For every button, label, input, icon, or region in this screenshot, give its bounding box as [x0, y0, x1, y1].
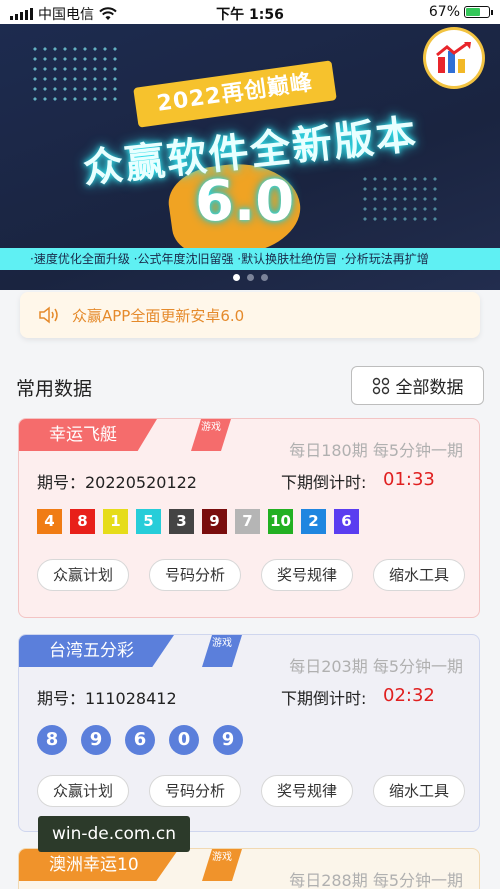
result-number: 9 [81, 725, 111, 755]
result-number: 7 [235, 509, 260, 534]
status-bar: 中国电信 下午 1:56 67% [0, 0, 500, 24]
lottery-card[interactable]: 台湾五分彩 游戏 每日203期 每5分钟一期 期号：111028412 下期倒计… [18, 634, 480, 832]
number-analysis-button[interactable]: 号码分析 [149, 559, 241, 591]
notice-bar[interactable]: 众赢APP全面更新安卓6.0 [20, 292, 480, 338]
banner-version: 6.0 [195, 169, 295, 234]
result-number: 8 [37, 725, 67, 755]
result-number: 9 [213, 725, 243, 755]
banner-tagline: ·速度优化全面升级 ·公式年度沈旧留强 ·默认换肤杜绝仿冒 ·分析玩法再扩增 [0, 248, 500, 270]
card-title-tag: 幸运飞艇 [19, 419, 157, 451]
result-number: 4 [37, 509, 62, 534]
status-time: 下午 1:56 [216, 7, 284, 23]
result-numbers: 89609 [37, 725, 249, 755]
grid-icon [372, 377, 389, 394]
game-tag: 游戏 [191, 419, 231, 451]
game-tag: 游戏 [202, 849, 242, 881]
countdown-label: 下期倒计时: [281, 689, 367, 708]
card-actions: 众赢计划 号码分析 奖号规律 缩水工具 [37, 775, 465, 807]
section-title: 常用数据 [16, 378, 93, 400]
lottery-card[interactable]: 澳洲幸运10 游戏 每日288期 每5分钟一期 [18, 848, 480, 889]
lottery-card[interactable]: 幸运飞艇 游戏 每日180期 每5分钟一期 期号：20220520122 下期倒… [18, 418, 480, 618]
countdown-value: 02:32 [383, 685, 435, 706]
result-number: 0 [169, 725, 199, 755]
site-watermark: win-de.com.cn [38, 816, 190, 852]
reduce-tool-button[interactable]: 缩水工具 [373, 559, 465, 591]
prize-pattern-button[interactable]: 奖号规律 [261, 559, 353, 591]
card-actions: 众赢计划 号码分析 奖号规律 缩水工具 [37, 559, 465, 591]
result-number: 2 [301, 509, 326, 534]
result-number: 9 [202, 509, 227, 534]
countdown-label: 下期倒计时: [281, 473, 367, 492]
all-data-label: 全部数据 [395, 378, 464, 398]
battery-fill [466, 8, 481, 16]
card-title-tag: 台湾五分彩 [19, 635, 174, 667]
plan-button[interactable]: 众赢计划 [37, 559, 129, 591]
pager-dot[interactable] [232, 274, 240, 281]
pager-dot[interactable] [260, 274, 268, 281]
result-number: 6 [125, 725, 155, 755]
banner-pager[interactable] [0, 274, 500, 281]
promo-banner[interactable]: 2022再创巅峰 众赢软件全新版本 6.0 ·速度优化全面升级 ·公式年度沈旧留… [0, 24, 500, 290]
pager-dot[interactable] [246, 274, 254, 281]
battery-percent: 67% [428, 4, 460, 20]
plan-button[interactable]: 众赢计划 [37, 775, 129, 807]
chart-logo-icon [436, 41, 471, 73]
result-number: 6 [334, 509, 359, 534]
result-number: 3 [169, 509, 194, 534]
card-period: 每日180期 每5分钟一期 [289, 441, 463, 460]
prize-pattern-button[interactable]: 奖号规律 [261, 775, 353, 807]
game-tag: 游戏 [202, 635, 242, 667]
card-period: 每日288期 每5分钟一期 [289, 871, 463, 889]
result-number: 10 [268, 509, 293, 534]
result-number: 5 [136, 509, 161, 534]
result-numbers: 4 8 1 5 3 9 7 10 2 6 [37, 509, 359, 534]
all-data-button[interactable]: 全部数据 [351, 366, 484, 405]
banner-dots-decoration [30, 44, 120, 104]
battery-icon [464, 6, 493, 18]
card-title-tag: 澳洲幸运10 [19, 849, 179, 881]
app-logo [426, 30, 482, 86]
result-number: 8 [70, 509, 95, 534]
reduce-tool-button[interactable]: 缩水工具 [373, 775, 465, 807]
card-issue: 期号：111028412 [37, 689, 177, 708]
status-right: 67% [428, 4, 493, 20]
number-analysis-button[interactable]: 号码分析 [149, 775, 241, 807]
countdown-value: 01:33 [383, 469, 435, 490]
notice-text: 众赢APP全面更新安卓6.0 [72, 306, 245, 325]
card-issue: 期号：20220520122 [37, 473, 197, 492]
banner-dots-decoration [360, 174, 440, 224]
result-number: 1 [103, 509, 128, 534]
card-period: 每日203期 每5分钟一期 [289, 657, 463, 676]
speaker-icon [39, 306, 58, 324]
